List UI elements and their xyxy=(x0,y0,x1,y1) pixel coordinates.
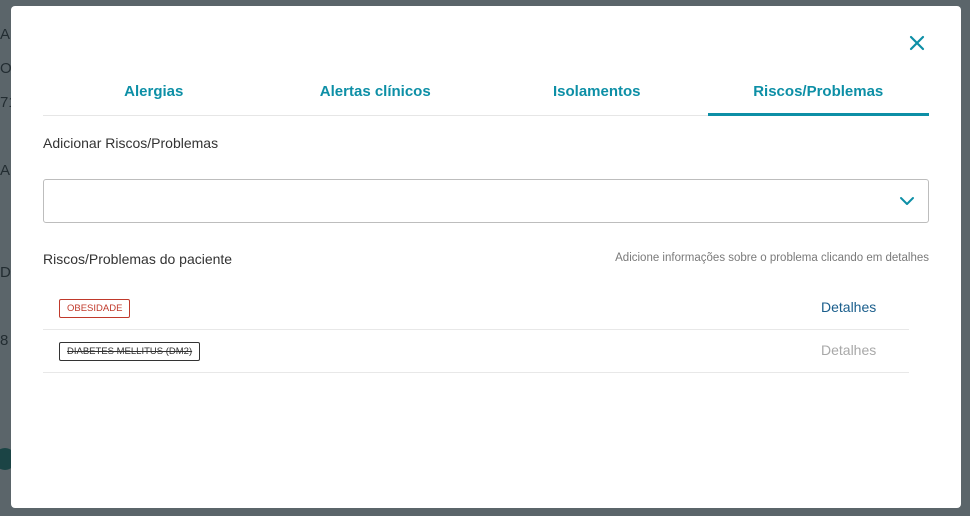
close-button[interactable] xyxy=(907,33,927,53)
add-problem-select[interactable] xyxy=(43,179,929,223)
close-icon xyxy=(909,35,925,51)
problem-badge: OBESIDADE xyxy=(59,299,131,318)
details-link[interactable]: Detalhes xyxy=(821,342,876,358)
problem-row: OBESIDADE Detalhes xyxy=(43,287,909,330)
problems-modal: Alergias Alertas clínicos Isolamentos Ri… xyxy=(11,6,961,508)
add-problem-label: Adicionar Riscos/Problemas xyxy=(43,135,219,151)
problem-badge: DIABETES MELLITUS (DM2) xyxy=(59,342,201,361)
details-link[interactable]: Detalhes xyxy=(821,299,876,315)
tab-alertas-clinicos[interactable]: Alertas clínicos xyxy=(265,76,487,115)
details-hint: Adicione informações sobre o problema cl… xyxy=(615,252,929,264)
tab-isolamentos[interactable]: Isolamentos xyxy=(486,76,708,115)
problem-row: DIABETES MELLITUS (DM2) Detalhes xyxy=(43,330,909,373)
tab-riscos-problemas[interactable]: Riscos/Problemas xyxy=(707,76,930,116)
chevron-down-icon xyxy=(900,197,914,205)
tab-bar: Alergias Alertas clínicos Isolamentos Ri… xyxy=(43,76,929,116)
patient-problems-label: Riscos/Problemas do paciente xyxy=(43,251,233,267)
tab-alergias[interactable]: Alergias xyxy=(43,76,265,115)
